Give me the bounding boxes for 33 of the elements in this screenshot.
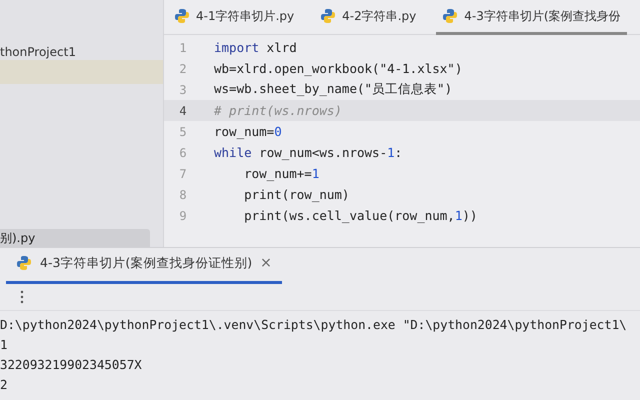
code-line: ws=wb.sheet_by_name("员工信息表"): [214, 81, 452, 98]
python-file-icon: [320, 8, 336, 24]
line-number: 6: [178, 146, 188, 160]
tree-item[interactable]: 别).py: [0, 229, 150, 247]
code-line: import xlrd: [214, 40, 297, 55]
console-output: 322093219902345057X: [0, 356, 143, 374]
code-line: print(row_num): [243, 187, 350, 202]
console-output: 2: [0, 376, 8, 394]
line-number: 8: [178, 188, 188, 202]
line-number: 3: [178, 82, 188, 96]
python-file-icon: [174, 8, 190, 24]
line-number: 9: [178, 208, 188, 222]
python-file-icon: [442, 8, 458, 24]
line-number: 1: [178, 40, 188, 54]
code-line: # print(ws.nrows): [214, 103, 342, 118]
run-tab[interactable]: 4-3字符串切片(案例查找身份证性别) ×: [6, 245, 282, 284]
line-number: 5: [178, 124, 188, 138]
console-output: D:\python2024\pythonProject1\.venv\Scripts\python.exe "D:\python2024\pythonProject1\: [0, 316, 628, 334]
console-output: 1: [0, 336, 8, 354]
python-file-icon: [16, 255, 32, 271]
code-line: row_num=0: [214, 124, 282, 139]
code-line: wb=xlrd.open_workbook("4-1.xlsx"): [214, 61, 462, 76]
more-options-icon[interactable]: [20, 290, 24, 304]
editor-tab[interactable]: 4-1字符串切片.py: [168, 0, 300, 32]
close-button[interactable]: ×: [260, 255, 272, 271]
line-number: 2: [178, 62, 188, 76]
line-number: 4: [178, 104, 188, 118]
editor-tab[interactable]: 4-3字符串切片(案例查找身份: [436, 0, 627, 35]
code-line: while row_num<ws.nrows-1:: [214, 145, 402, 160]
editor-tab[interactable]: 4-2字符串.py: [314, 0, 422, 32]
code-line: print(ws.cell_value(row_num,1)): [243, 208, 478, 223]
code-line: row_num+=1: [243, 166, 320, 181]
line-number: 7: [178, 166, 188, 180]
